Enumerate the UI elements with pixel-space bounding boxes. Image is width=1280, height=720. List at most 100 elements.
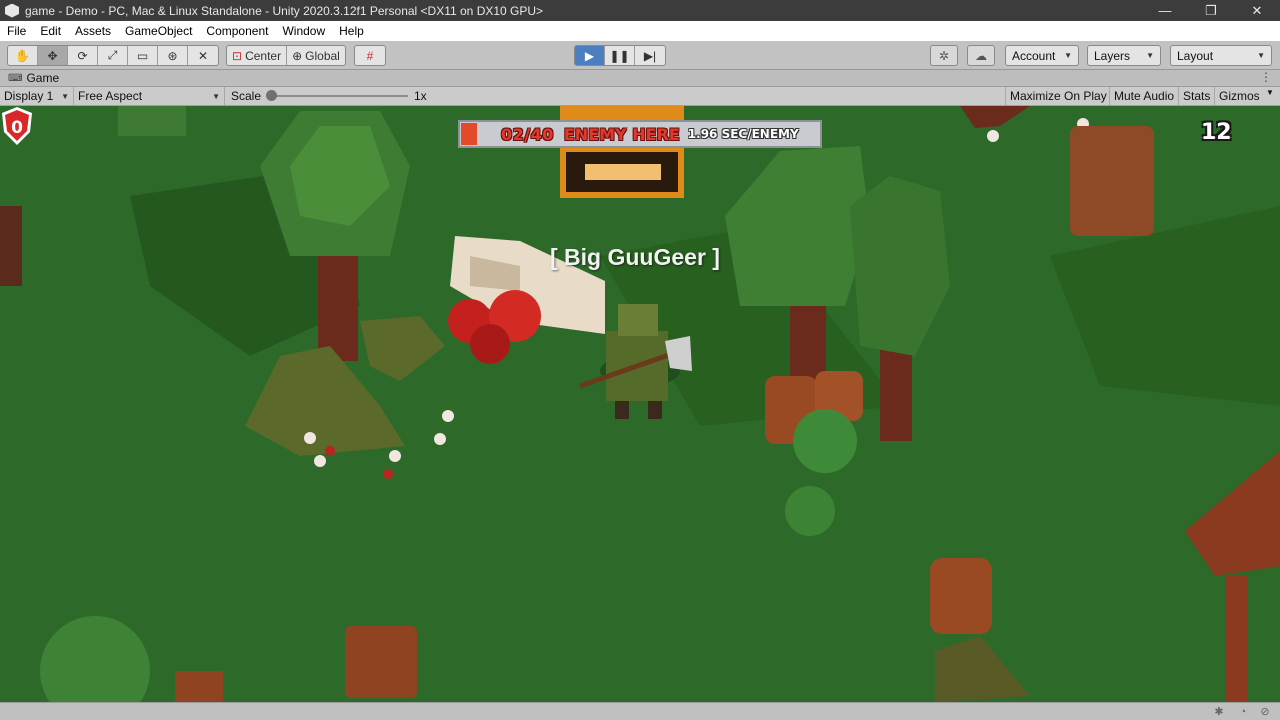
cloud-button[interactable]: ☁ (967, 45, 995, 66)
cloud-icon: ☁ (975, 48, 987, 63)
aspect-label: Free Aspect (78, 89, 143, 103)
chevron-down-icon: ▼ (1064, 51, 1072, 60)
transform-tools: ✋ ✥ ⟳ ⤢ ▭ ⊛ ✕ (7, 45, 219, 66)
rect-icon: ▭ (136, 48, 149, 63)
chevron-down-icon: ▼ (1257, 51, 1265, 60)
barrel (930, 558, 992, 634)
flower (987, 130, 999, 142)
account-dropdown[interactable]: Account ▼ (1005, 45, 1079, 66)
crate (175, 671, 223, 702)
tab-game[interactable]: ⌨ Game (0, 71, 59, 85)
window-title: game - Demo - PC, Mac & Linux Standalone… (25, 3, 544, 18)
unity-logo-icon (5, 3, 19, 18)
snap-group: # (354, 45, 386, 66)
chevron-down-icon: ▼ (212, 91, 220, 101)
debug-icon[interactable]: ✱ (1212, 705, 1226, 719)
hut-post (1225, 576, 1247, 702)
scale-slider-track[interactable] (270, 95, 408, 97)
menu-edit[interactable]: Edit (33, 21, 68, 41)
menu-gameobject[interactable]: GameObject (118, 21, 199, 41)
menu-window[interactable]: Window (275, 21, 332, 41)
tab-menu-icon[interactable]: ⋮ (1260, 70, 1272, 84)
game-scene (0, 106, 1280, 702)
pivot-center-button[interactable]: ⊡ Center (227, 46, 288, 65)
layers-dropdown[interactable]: Layers ▼ (1087, 45, 1161, 66)
tab-game-label: Game (26, 71, 60, 85)
menu-help[interactable]: Help (332, 21, 371, 41)
maximize-on-play-toggle[interactable]: Maximize On Play (1005, 87, 1111, 105)
display-label: Display 1 (4, 89, 54, 103)
shield-value: 0 (11, 118, 23, 138)
tree-trunk (880, 346, 912, 441)
orc-leg (615, 401, 629, 419)
grid-snap-icon: # (366, 48, 374, 63)
step-icon: ▶| (643, 48, 657, 63)
layout-dropdown[interactable]: Layout ▼ (1170, 45, 1272, 66)
settings-icon[interactable]: ⊘ (1258, 705, 1272, 719)
move-tool-button[interactable]: ✥ (38, 46, 68, 65)
tree-stump (1070, 126, 1154, 236)
flower (304, 432, 316, 444)
pause-button[interactable]: ❚❚ (605, 46, 635, 65)
chevron-down-icon: ▼ (1146, 51, 1154, 60)
step-button[interactable]: ▶| (635, 46, 665, 65)
gamepad-icon: ⌨ (8, 72, 23, 84)
move-icon: ✥ (47, 48, 58, 63)
transform-tool-button[interactable]: ⊛ (158, 46, 188, 65)
play-icon: ▶ (584, 48, 595, 63)
rotate-tool-button[interactable]: ⟳ (68, 46, 98, 65)
grid-snap-button[interactable]: # (355, 46, 385, 65)
pivot-global-button[interactable]: ⊕ Global (287, 46, 345, 65)
menu-assets[interactable]: Assets (68, 21, 118, 41)
scale-tool-button[interactable]: ⤢ (98, 46, 128, 65)
flower (442, 410, 454, 422)
bush (118, 106, 186, 136)
minimize-button[interactable]: — (1142, 0, 1188, 21)
globe-icon: ⊕ (292, 48, 303, 63)
mute-audio-toggle[interactable]: Mute Audio (1109, 87, 1178, 105)
tree-trunk (318, 246, 358, 361)
red-bush (470, 324, 510, 364)
wood-post (0, 206, 22, 286)
close-button[interactable]: ✕ (1234, 0, 1280, 21)
game-view-controls: Display 1 ▼ Free Aspect ▼ Scale 1x Maximiz… (0, 87, 1280, 106)
custom-tool-button[interactable]: ✕ (188, 46, 218, 65)
custom-tool-icon: ✕ (197, 48, 209, 63)
pause-icon: ❚❚ (609, 48, 630, 63)
game-viewport[interactable]: 02/40 ENEMY HERE 1.96 SEC/ENEMY [ Big Gu… (0, 106, 1280, 702)
account-label: Account (1012, 48, 1056, 63)
enemy-progress-fill (461, 123, 477, 145)
scale-slider-handle[interactable] (266, 90, 277, 101)
play-button[interactable]: ▶ (575, 46, 605, 65)
gizmos-dropdown[interactable]: Gizmos (1214, 87, 1264, 105)
layout-label: Layout (1177, 48, 1214, 63)
hand-tool-button[interactable]: ✋ (8, 46, 38, 65)
flower (434, 433, 446, 445)
gizmos-chevron-down-icon[interactable]: ▼ (1266, 88, 1274, 97)
pivot-icon: ⊡ (232, 48, 243, 63)
round-bush (793, 409, 857, 473)
scale-label: Scale (231, 89, 262, 103)
maximize-button[interactable]: ❐ (1188, 0, 1234, 21)
menu-component[interactable]: Component (199, 21, 275, 41)
stats-toggle[interactable]: Stats (1178, 87, 1214, 105)
collab-button[interactable]: ✲ (930, 45, 958, 66)
space-label: Global (305, 48, 340, 63)
rect-tool-button[interactable]: ▭ (128, 46, 158, 65)
enemy-label: ENEMY HERE (563, 124, 680, 144)
display-dropdown[interactable]: Display 1 ▼ (0, 87, 74, 105)
orc-head (618, 304, 658, 336)
pivot-label: Center (245, 48, 282, 63)
layers-label: Layers (1094, 48, 1131, 63)
collab-icon: ✲ (938, 48, 950, 63)
unity-editor-window: game - Demo - PC, Mac & Linux Standalone… (0, 0, 1280, 720)
game-tab-bar: ⌨ Game ⋮ (0, 70, 1280, 87)
menu-file[interactable]: File (0, 21, 33, 41)
pivot-toggles: ⊡ Center ⊕ Global (226, 45, 346, 66)
progress-icon[interactable]: ◔ (1236, 705, 1250, 719)
aspect-dropdown[interactable]: Free Aspect ▼ (74, 87, 225, 105)
status-bar: ✱ ◔ ⊘ (0, 702, 1280, 720)
orc-leg (648, 401, 662, 419)
spawn-rate: 1.96 SEC/ENEMY (687, 127, 799, 141)
main-toolbar: ✋ ✥ ⟳ ⤢ ▭ ⊛ ✕ ⊡ Center ⊕ Global # ▶ ❚❚ ▶| … (0, 41, 1280, 70)
